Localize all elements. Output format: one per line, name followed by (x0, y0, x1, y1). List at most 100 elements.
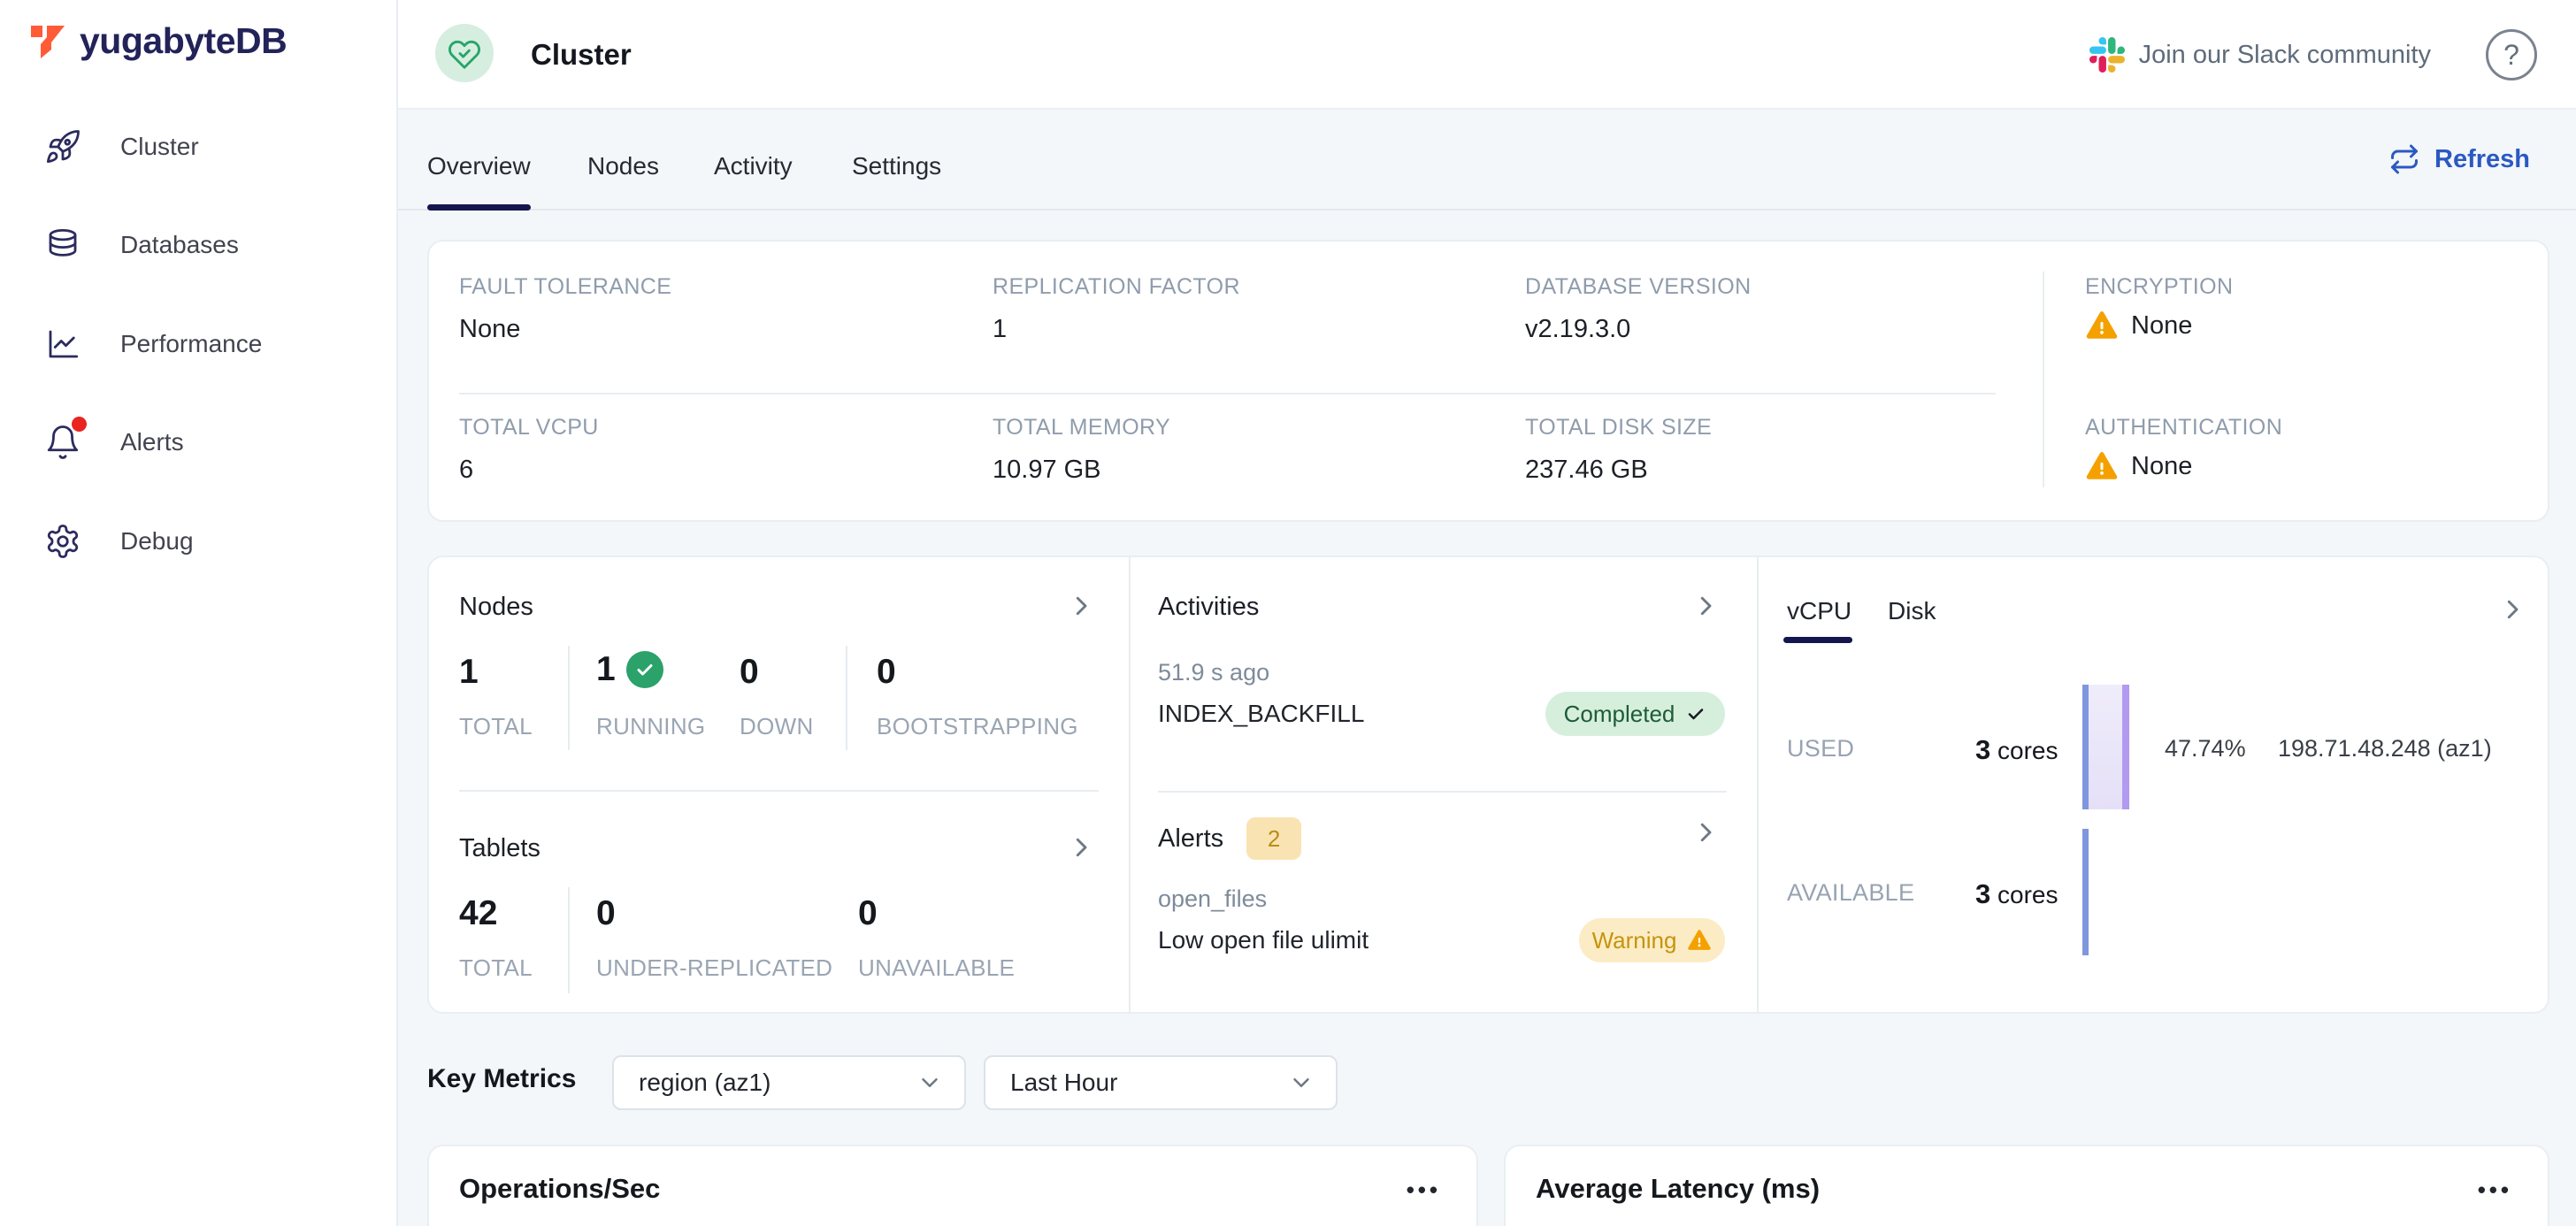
sidebar-item-label: Alerts (120, 428, 184, 456)
total-memory-value: 10.97 GB (993, 456, 1101, 485)
tablets-total-label: TOTAL (459, 954, 533, 982)
available-cores-unit: cores (1997, 881, 2058, 908)
yugabyte-mark-icon (27, 19, 69, 62)
check-icon (1685, 703, 1706, 724)
brand-logo[interactable]: yugabyteDB (27, 19, 287, 62)
nodes-down-value: 0 (740, 653, 759, 692)
time-range-select[interactable]: Last Hour (984, 1055, 1338, 1110)
divider (846, 646, 847, 750)
main-area: Cluster Join our Slack community ? Overv… (398, 0, 2576, 1226)
nodes-down-label: DOWN (740, 713, 814, 740)
nodes-chevron-right-icon[interactable] (1068, 593, 1094, 619)
cluster-summary-card: FAULT TOLERANCE None REPLICATION FACTOR … (427, 240, 2549, 522)
tablets-unavailable-label: UNAVAILABLE (858, 954, 1015, 982)
slack-community-link[interactable]: Join our Slack community (2089, 37, 2431, 73)
tab-settings[interactable]: Settings (852, 110, 941, 209)
dash-vertical-divider (1757, 557, 1759, 1012)
alert-message: Low open file ulimit (1158, 926, 1368, 954)
region-select-value: region (az1) (639, 1069, 916, 1097)
tab-activity[interactable]: Activity (714, 110, 793, 209)
nodes-running-label: RUNNING (596, 713, 705, 740)
sidebar-item-debug[interactable]: Debug (0, 492, 396, 590)
divider (568, 887, 570, 993)
tablets-section-title: Tablets (459, 834, 540, 863)
used-cores: 3 cores (1975, 734, 2058, 766)
check-circle-icon (626, 651, 663, 688)
activities-chevron-right-icon[interactable] (1692, 593, 1719, 619)
chevron-down-icon (916, 1069, 943, 1096)
nodes-bootstrapping-value: 0 (877, 653, 896, 692)
alert-status-text: Warning (1592, 927, 1677, 954)
sidebar-item-alerts[interactable]: Alerts (0, 393, 396, 491)
authentication-value-row: None (2085, 449, 2192, 483)
page-title: Cluster (531, 0, 632, 110)
tablets-under-replicated-label: UNDER-REPLICATED (596, 954, 832, 982)
database-icon (42, 225, 83, 265)
tab-disk[interactable]: Disk (1888, 597, 1936, 625)
refresh-button[interactable]: Refresh (2388, 110, 2530, 209)
tablets-under-replicated-value: 0 (596, 894, 616, 933)
database-version-label: DATABASE VERSION (1525, 274, 1752, 300)
tab-vcpu[interactable]: vCPU (1787, 597, 1852, 625)
divider (568, 646, 570, 750)
operations-chart-card: Operations/Sec ••• (427, 1145, 1478, 1226)
alerts-count-badge: 2 (1246, 817, 1301, 860)
total-disk-size-value: 237.46 GB (1525, 456, 1648, 485)
key-metrics-title: Key Metrics (427, 1064, 576, 1094)
gear-icon (42, 521, 83, 562)
operations-chart-menu-button[interactable]: ••• (1407, 1176, 1441, 1204)
dash-vertical-divider (1129, 557, 1131, 1012)
tablets-chevron-right-icon[interactable] (1068, 834, 1094, 861)
tablets-total-value: 42 (459, 894, 497, 933)
fault-tolerance-value: None (459, 315, 520, 344)
sidebar-item-label: Performance (120, 330, 262, 358)
warning-icon (1687, 928, 1712, 953)
time-range-select-value: Last Hour (1010, 1069, 1288, 1097)
refresh-label: Refresh (2434, 145, 2530, 174)
bell-icon (42, 422, 83, 463)
used-vcpu-bar (2082, 685, 2129, 809)
available-cores: 3 cores (1975, 878, 2058, 910)
nodes-total-label: TOTAL (459, 713, 533, 740)
alerts-section-header: Alerts 2 (1158, 817, 1301, 860)
rocket-icon (42, 126, 83, 167)
question-icon: ? (2503, 39, 2519, 72)
latency-chart-menu-button[interactable]: ••• (2478, 1176, 2512, 1204)
latency-chart-title: Average Latency (ms) (1536, 1173, 1820, 1205)
sidebar-item-label: Databases (120, 231, 239, 259)
latency-chart-card: Average Latency (ms) ••• (1504, 1145, 2549, 1226)
refresh-icon (2388, 143, 2420, 175)
total-disk-size-label: TOTAL DISK SIZE (1525, 415, 1712, 441)
activity-name: INDEX_BACKFILL (1158, 700, 1364, 728)
slack-link-label: Join our Slack community (2139, 41, 2431, 70)
sidebar-item-cluster[interactable]: Cluster (0, 97, 396, 195)
nodes-running-value: 1 (596, 650, 616, 689)
encryption-value-row: None (2085, 309, 2192, 342)
sidebar-item-databases[interactable]: Databases (0, 195, 396, 294)
help-button[interactable]: ? (2486, 29, 2537, 80)
used-cores-value: 3 (1975, 734, 1990, 765)
authentication-value: None (2131, 452, 2192, 481)
nodes-section-title: Nodes (459, 593, 533, 622)
alerts-chevron-right-icon[interactable] (1692, 819, 1719, 846)
summary-vertical-divider (2043, 272, 2044, 487)
region-select[interactable]: region (az1) (612, 1055, 966, 1110)
replication-factor-value: 1 (993, 315, 1007, 344)
total-vcpu-label: TOTAL VCPU (459, 415, 599, 441)
operations-chart-title: Operations/Sec (459, 1173, 660, 1205)
available-cores-value: 3 (1975, 878, 1990, 909)
sidebar-item-performance[interactable]: Performance (0, 295, 396, 393)
cluster-tabbar: Overview Nodes Activity Settings Refresh (398, 110, 2576, 211)
cluster-health-badge (435, 24, 494, 82)
activity-status-text: Completed (1564, 701, 1675, 728)
resources-chevron-right-icon[interactable] (2499, 596, 2526, 623)
tab-nodes[interactable]: Nodes (587, 110, 659, 209)
used-label: USED (1787, 735, 1854, 762)
used-cores-unit: cores (1997, 737, 2058, 764)
slack-icon (2089, 37, 2125, 73)
activities-alerts-divider (1158, 791, 1727, 793)
total-memory-label: TOTAL MEMORY (993, 415, 1170, 441)
available-label: AVAILABLE (1787, 879, 1914, 907)
authentication-label: AUTHENTICATION (2085, 415, 2282, 441)
tab-overview[interactable]: Overview (427, 110, 531, 209)
